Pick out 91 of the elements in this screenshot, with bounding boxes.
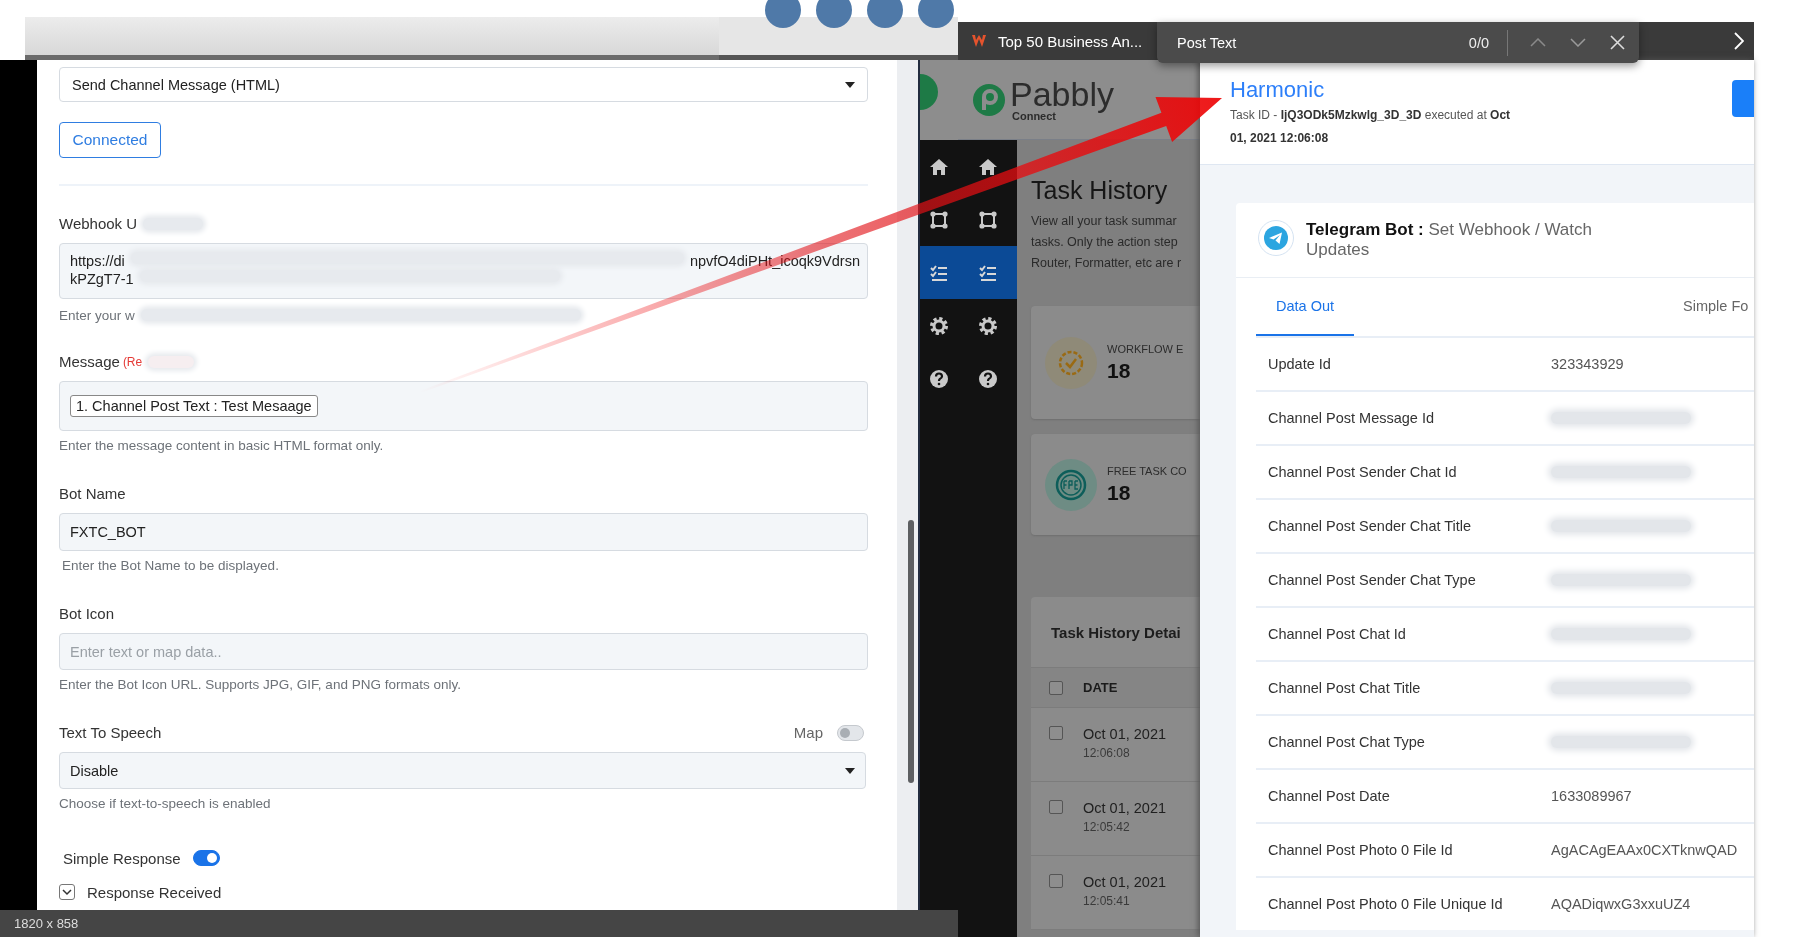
row-label: Channel Post Chat Title: [1267, 680, 1422, 696]
row-label: Channel Post Sender Chat Title: [1267, 518, 1473, 534]
description-text: Router, Formatter, etc are r: [1031, 255, 1183, 272]
page-title: Task History: [1031, 176, 1169, 205]
description-text: View all your task summar: [1031, 213, 1178, 230]
row-value: 1633089967: [1551, 788, 1632, 804]
caret-icon: [845, 81, 855, 88]
required-mark: (Re: [122, 354, 143, 371]
logo-text: Pabbly: [1010, 77, 1114, 111]
mapped-token[interactable]: 1. Channel Post Text : Test Mesaage: [70, 395, 318, 417]
help-icon[interactable]: [977, 368, 998, 389]
collapse-toggle[interactable]: [59, 884, 75, 900]
row-label: Channel Post Photo 0 File Unique Id: [1267, 896, 1504, 912]
simple-response-toggle[interactable]: [192, 850, 220, 866]
date-text: Oct 01, 2021: [1083, 800, 1167, 816]
stat-value: 18: [1107, 358, 1132, 383]
tab[interactable]: Simple Fo: [1683, 278, 1749, 336]
date-text: Oct 01, 2021: [1083, 726, 1167, 742]
round-button[interactable]: [918, 0, 954, 28]
caret-icon: [845, 767, 855, 774]
input-field[interactable]: FXTC_BOT: [59, 513, 868, 551]
chevron-down-icon: [62, 887, 72, 897]
chevron-right-icon[interactable]: [1734, 32, 1744, 50]
checkbox[interactable]: [1049, 800, 1063, 814]
column-header: DATE: [1083, 680, 1118, 695]
field-label: Text To Speech: [59, 723, 162, 743]
workflow-icon[interactable]: [977, 209, 998, 230]
map-toggle[interactable]: [837, 725, 864, 741]
row-label: Channel Post Chat Type: [1267, 734, 1426, 750]
match-count: 0/0: [1468, 34, 1489, 51]
time-text: 12:05:42: [1083, 820, 1131, 834]
row-label: Channel Post Sender Chat Type: [1267, 572, 1477, 588]
row-label: Channel Post Sender Chat Id: [1267, 464, 1458, 480]
settings-icon[interactable]: [977, 315, 998, 336]
description-text: tasks. Only the action step: [1031, 234, 1179, 251]
task-info-text: Task ID - IjQ3ODk5Mzkwlg_3D_3D executed at Oct 01, 2021 12:06:08: [1230, 107, 1512, 147]
action-select[interactable]: Send Channel Message (HTML): [59, 67, 868, 102]
connected-button[interactable]: Connected: [59, 122, 161, 158]
home-icon[interactable]: [977, 156, 998, 177]
logo-icon: [972, 82, 1006, 117]
stat-label: WORKFLOW E: [1107, 342, 1184, 355]
row-label: Channel Post Chat Id: [1267, 626, 1407, 642]
map-label: Map: [793, 723, 823, 743]
row-value: AgACAgEAAx0CXTknwQAD: [1551, 842, 1738, 858]
help-text: Enter the Bot Name to be displayed.: [61, 558, 280, 575]
row-value: 323343929: [1551, 356, 1624, 372]
round-button[interactable]: [816, 0, 852, 28]
section-label: Response Received: [87, 883, 222, 901]
settings-icon[interactable]: [929, 315, 949, 336]
stat-value: 18: [1107, 480, 1132, 505]
logo-icon: [920, 74, 940, 110]
row-value: AQADiqwxG3xxuUZ4: [1551, 896, 1691, 912]
field-label: Message: [59, 352, 120, 372]
home-icon[interactable]: [929, 156, 949, 177]
workflow-name[interactable]: Harmonic: [1230, 76, 1325, 104]
find-query[interactable]: Post Text: [1177, 34, 1469, 51]
stat-label: FREE TASK CO: [1107, 464, 1187, 477]
round-button[interactable]: [867, 0, 903, 28]
time-text: 12:06:08: [1083, 746, 1131, 760]
help-text: Choose if text-to-speech is enabled: [59, 796, 272, 813]
sidebar-item[interactable]: [958, 246, 1017, 299]
row-label: Channel Post Photo 0 File Id: [1267, 842, 1454, 858]
workflow-icon[interactable]: [929, 209, 949, 230]
row-label: Channel Post Date: [1267, 788, 1391, 804]
checkbox[interactable]: [1049, 874, 1063, 888]
free-badge-icon: [1045, 458, 1097, 511]
tab[interactable]: Data Out: [1256, 278, 1355, 336]
field-label: Bot Icon: [59, 604, 116, 624]
app-title: Telegram Bot : Set Webhook / Watch Updates: [1306, 220, 1593, 260]
help-text: Enter the Bot Icon URL. Supports JPG, GIF, and PNG formats only.: [59, 677, 462, 694]
scrollbar-thumb[interactable]: [908, 520, 914, 783]
field-label: Webhook U: [59, 214, 138, 234]
toggle-label: Simple Response: [63, 849, 181, 867]
round-button[interactable]: [765, 0, 801, 28]
field-label: Bot Name: [59, 484, 127, 504]
sidebar-item[interactable]: [920, 246, 958, 299]
date-text: Oct 01, 2021: [1083, 874, 1167, 890]
badge-check-icon: [1045, 336, 1097, 389]
row-label: Channel Post Message Id: [1267, 410, 1436, 426]
checkbox[interactable]: [1049, 680, 1063, 695]
row-label: Update Id: [1267, 356, 1332, 372]
time-text: 12:05:41: [1083, 894, 1131, 908]
help-icon[interactable]: [929, 368, 949, 389]
speech-select[interactable]: Disable: [59, 752, 866, 789]
message-field[interactable]: 1. Channel Post Text : Test Mesaage: [59, 381, 868, 431]
status-text: 1820 x 858: [14, 916, 79, 931]
help-text: Enter your w: [59, 307, 135, 323]
checkbox[interactable]: [1049, 726, 1063, 740]
help-text: Enter the message content in basic HTML format only.: [59, 438, 385, 455]
tab-title[interactable]: Top 50 Business An...: [998, 32, 1143, 50]
logo-subtext: Connect: [1012, 111, 1056, 122]
